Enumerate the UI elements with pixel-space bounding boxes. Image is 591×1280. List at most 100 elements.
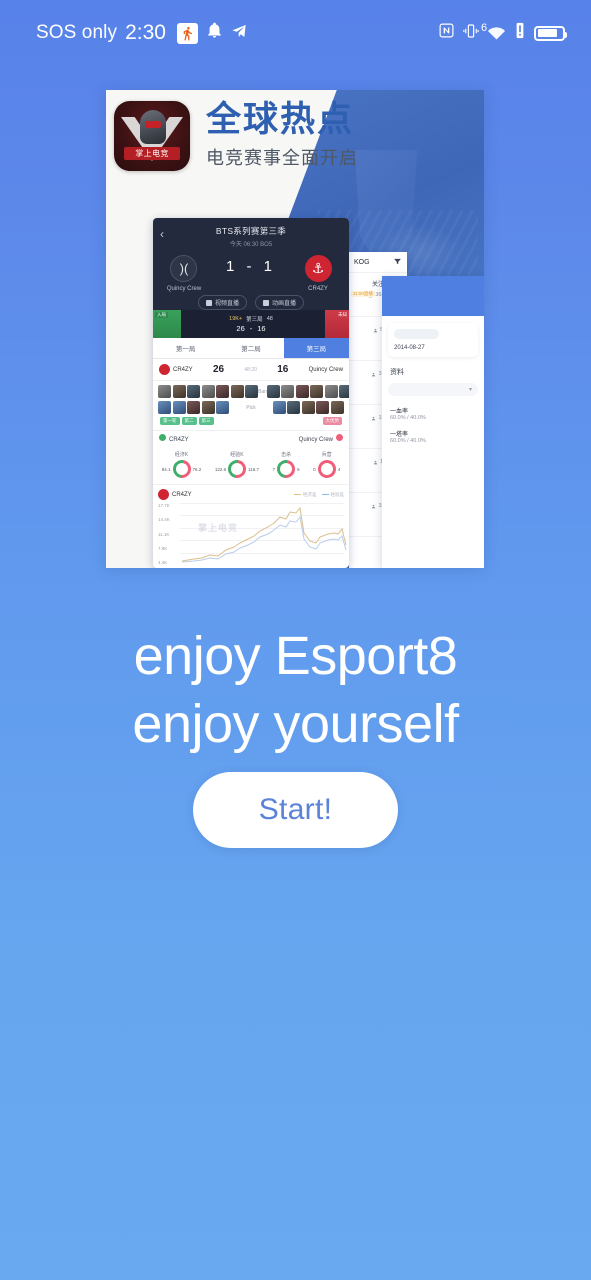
chevron-left-icon[interactable]: ‹ <box>160 227 164 241</box>
score-row-left-name: CR4ZY <box>173 366 193 373</box>
legend-experience: 经验差 <box>321 492 344 498</box>
wifi-icon: 6 <box>481 22 506 41</box>
match-score: 1 - 1 <box>225 258 276 275</box>
donut-barracks: 兵营 0 4 <box>313 451 341 482</box>
pick-left-heroes <box>158 401 229 414</box>
y-tick: 7.8K <box>158 545 168 551</box>
hero-portrait <box>216 401 229 414</box>
economy-chart: CR4ZY 经济差 经验差 17.7K 14.4K 11.1K 7.8K 4.4… <box>153 485 349 565</box>
strip-kills-right: 16 <box>257 324 266 333</box>
nfc-icon <box>438 22 455 44</box>
badge: 第二 <box>181 417 197 425</box>
paper-plane-icon <box>231 23 247 44</box>
phase-label: 第三局 <box>246 317 263 323</box>
strip-kills: 26 - 16 <box>236 324 265 333</box>
chart-y-axis: 17.7K 14.4K 11.1K 7.8K 4.4K <box>158 503 170 565</box>
hero-portrait <box>266 385 280 398</box>
mock-detail-screen: 2014-08-27 资料 ▾ 一血率 60.0% / 40.0% 一塔率 60… <box>382 276 484 568</box>
dropdown-select[interactable]: ▾ <box>388 383 478 396</box>
strip-left-team: 入局 <box>153 310 181 338</box>
chart-legend: 经济差 经验差 <box>294 492 344 498</box>
filter-icon <box>393 257 402 268</box>
promo-header: 掌上电竞 全球热点 电竞赛事全面开启 <box>106 90 484 182</box>
status-bar-left: SOS only 2:30 <box>36 21 247 45</box>
odds-value: 60.0% / 40.0% <box>390 438 426 444</box>
hero-portrait <box>310 385 324 398</box>
animation-stream-button[interactable]: 动画直播 <box>255 295 305 310</box>
badge: 第三 <box>198 417 214 425</box>
hero-portrait <box>301 401 315 414</box>
hero-portrait <box>216 385 229 398</box>
headline-line-1: enjoy Esport8 <box>133 626 458 686</box>
tab-game-2[interactable]: 第二局 <box>218 338 283 358</box>
y-tick: 11.1K <box>158 531 170 537</box>
donut-chart-icon <box>273 456 299 482</box>
odds-title: 一塔率 <box>390 432 409 438</box>
chevron-down-icon: ▾ <box>468 387 472 393</box>
status-bar: SOS only 2:30 6 <box>0 0 591 66</box>
hero-portrait <box>324 385 338 398</box>
pick-label: Pick <box>246 404 256 411</box>
start-button[interactable]: Start! <box>193 772 398 848</box>
team-right-name: CR4ZY <box>308 286 328 292</box>
animation-stream-label: 动画直播 <box>272 301 297 307</box>
video-icon <box>205 299 212 306</box>
team-dot-icon <box>158 489 169 500</box>
score-row-duration: 48:20 <box>244 366 257 373</box>
tab-game-1[interactable]: 第一局 <box>153 338 218 358</box>
donut-experience: 经验K 122.6 116.7 <box>214 451 259 482</box>
wifi-generation-label: 6 <box>481 22 488 34</box>
pick-row: Pick <box>158 401 344 414</box>
app-logo-text: 掌上电竞 <box>124 147 180 160</box>
odds-title: 一血率 <box>390 409 409 415</box>
chart-team: CR4ZY <box>158 489 192 500</box>
team-legend-row: CR4ZY Quincy Crew <box>153 430 349 446</box>
hero-portrait <box>245 385 258 398</box>
score-row-left-team: CR4ZY <box>159 364 193 375</box>
match-header: ‹ BTS系列赛第三季 今天 06:30 BO5 )( Quincy Crew … <box>153 218 349 310</box>
hero-portrait <box>158 385 171 398</box>
game-tabs: 第一局 第二局 第三局 <box>153 338 349 359</box>
gold-value: 19K+ <box>229 316 243 322</box>
mock-detail-card: 2014-08-27 <box>388 323 478 357</box>
placeholder-bar <box>394 329 440 339</box>
strip-kills-left: 26 <box>236 324 245 333</box>
chart-header: CR4ZY 经济差 经验差 <box>158 489 344 500</box>
battery-icon <box>534 25 567 41</box>
tab-game-3[interactable]: 第三局 <box>283 338 349 358</box>
hero-portrait <box>316 401 330 414</box>
page-headline: enjoy Esport8 enjoy yourself <box>0 622 591 758</box>
minutes-label: 48 <box>266 316 273 322</box>
pick-right-heroes <box>272 401 344 414</box>
strip-right-tag: 未知 <box>338 312 347 317</box>
video-stream-label: 视频直播 <box>214 301 239 307</box>
section-label: 资料 <box>390 369 404 376</box>
score-row-right-team: Quincy Crew <box>309 367 343 373</box>
hero-portrait <box>339 385 349 398</box>
chart-body: 17.7K 14.4K 11.1K 7.8K 4.4K 掌上电竞 <box>158 503 347 565</box>
score-row-right-name: Quincy Crew <box>308 366 343 373</box>
score-row-left-value: 26 <box>212 364 225 375</box>
ban-label: Ban <box>258 388 267 395</box>
donut-right-value: 76.2 <box>192 466 202 472</box>
mock-match-screen: ‹ BTS系列赛第三季 今天 06:30 BO5 )( Quincy Crew … <box>153 218 349 568</box>
right-badge: 大优势 <box>322 417 342 425</box>
donut-left-value: 122.6 <box>214 466 227 472</box>
promo-title: 全球热点 <box>206 99 355 139</box>
donut-chart-icon <box>224 456 250 482</box>
status-bar-right: 6 <box>438 22 567 45</box>
donut-right-value: 4 <box>337 466 341 472</box>
badge: 第一轮 <box>160 417 180 425</box>
mock-list-title: KOG <box>354 259 370 266</box>
schedule-badge: 11:00直播 <box>351 291 375 297</box>
hero-portrait <box>201 385 215 398</box>
odds-item: 一血率 60.0% / 40.0% <box>382 402 484 425</box>
legend-economy: 经济差 <box>294 492 317 498</box>
chart-team-name: CR4ZY <box>172 491 192 498</box>
stats-donuts: 经济K 84.1 76.2 经验K 122.6 116.7 击杀 7 6 兵营 … <box>153 446 349 485</box>
hero-portrait <box>187 401 200 414</box>
video-stream-button[interactable]: 视频直播 <box>197 295 247 310</box>
y-tick: 4.4K <box>158 560 168 565</box>
ban-row: Ban <box>158 385 349 398</box>
donut-kills: 击杀 7 6 <box>273 451 300 482</box>
